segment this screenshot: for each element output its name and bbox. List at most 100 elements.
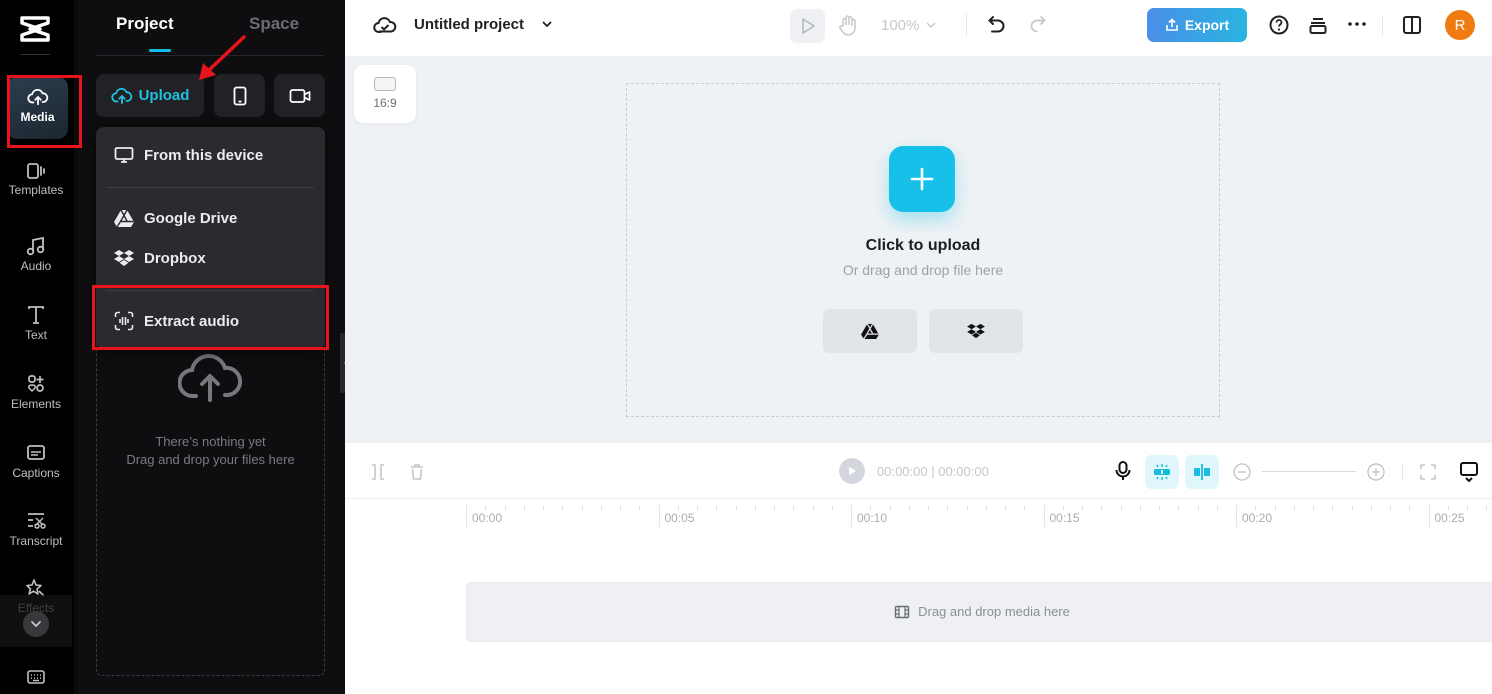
active-tab-indicator <box>149 49 171 52</box>
ruler-minor-tick <box>697 505 698 510</box>
timeline-toolbar: 00:00:00 | 00:00:00 <box>345 443 1492 499</box>
click-to-upload-text: Click to upload <box>865 237 981 254</box>
timeline-ruler[interactable]: 00:00 00:05 00:10 00:15 00:20 00:25 <box>345 499 1492 539</box>
undo-icon[interactable] <box>987 14 1007 36</box>
ruler-minor-tick <box>1005 505 1006 510</box>
main-track-dropzone[interactable]: Drag and drop media here <box>466 582 1492 642</box>
split-layout-icon[interactable] <box>1402 15 1422 35</box>
chevron-down-icon[interactable] <box>541 19 553 29</box>
rail-item-elements[interactable]: Elements <box>0 374 72 411</box>
project-title[interactable]: Untitled project <box>414 16 524 33</box>
play-button[interactable] <box>839 458 865 484</box>
ruler-minor-tick <box>1332 505 1334 510</box>
more-icon[interactable] <box>1347 20 1367 28</box>
split-align-icon <box>1194 464 1210 480</box>
delete-icon[interactable] <box>409 463 425 481</box>
ruler-minor-tick <box>1351 505 1353 510</box>
ruler-label: 00:15 <box>1049 511 1080 525</box>
divider <box>1382 16 1383 36</box>
ruler-minor-tick <box>639 505 641 510</box>
extract-audio-icon <box>114 311 134 331</box>
chevron-down-icon <box>31 621 41 628</box>
magnet-snap-icon <box>1154 464 1170 480</box>
zoom-out-icon[interactable] <box>1232 462 1252 482</box>
microphone-icon[interactable] <box>1114 460 1132 482</box>
ruler-minor-tick <box>812 505 814 510</box>
timecode: 00:00:00 | 00:00:00 <box>877 464 989 479</box>
user-avatar[interactable]: R <box>1445 10 1475 40</box>
menu-item-from-device[interactable]: From this device <box>96 135 325 175</box>
preview-canvas: 16:9 Click to upload Or drag and drop fi… <box>345 56 1492 443</box>
cloud-upload-icon <box>110 87 132 104</box>
ruler-major-tick <box>1428 505 1430 527</box>
current-time: 00:00:00 <box>877 464 928 479</box>
ruler-minor-tick <box>985 505 987 510</box>
ruler-minor-tick <box>1447 505 1449 510</box>
ruler-minor-tick <box>1101 505 1103 510</box>
phone-icon <box>233 86 246 105</box>
ruler-minor-tick <box>485 505 487 510</box>
split-icon[interactable] <box>370 463 386 481</box>
menu-item-label: Dropbox <box>144 249 206 267</box>
add-media-button[interactable] <box>889 146 955 212</box>
zoom-in-icon[interactable] <box>1366 462 1386 482</box>
ruler-label: 00:25 <box>1434 511 1465 525</box>
select-tool-button[interactable] <box>790 9 825 43</box>
cloud-upload-icon <box>178 353 242 402</box>
keyboard-icon[interactable] <box>26 669 46 685</box>
tab-space[interactable]: Space <box>249 14 299 34</box>
rail-expand-button[interactable] <box>23 611 49 637</box>
rail-item-audio[interactable]: Audio <box>0 236 72 273</box>
ruler-minor-tick <box>754 505 756 510</box>
google-drive-button[interactable] <box>823 309 917 353</box>
rail-item-templates[interactable]: Templates <box>0 162 72 197</box>
menu-item-label: Google Drive <box>144 209 238 227</box>
rail-item-media[interactable]: Media <box>7 77 68 139</box>
redo-icon[interactable] <box>1027 14 1047 36</box>
linkage-toggle[interactable] <box>1185 455 1219 489</box>
export-label: Export <box>1184 17 1230 33</box>
dropbox-icon <box>114 250 134 266</box>
monitor-icon <box>114 147 134 163</box>
menu-item-dropbox[interactable]: Dropbox <box>96 238 325 278</box>
export-button[interactable]: Export <box>1147 8 1247 42</box>
ruler-minor-tick <box>677 505 679 510</box>
canvas-upload-area[interactable]: Click to upload Or drag and drop file he… <box>626 83 1220 417</box>
cloud-saved-icon[interactable] <box>373 14 397 36</box>
transcript-icon <box>28 513 46 529</box>
ruler-minor-tick <box>793 505 795 510</box>
ruler-label: 00:00 <box>472 511 503 525</box>
menu-item-google-drive[interactable]: Google Drive <box>96 198 325 238</box>
dropbox-button[interactable] <box>929 309 1023 353</box>
ruler-major-tick <box>1043 505 1045 527</box>
record-button[interactable] <box>274 74 325 117</box>
layers-icon[interactable] <box>1308 14 1328 36</box>
tab-project[interactable]: Project <box>116 14 174 34</box>
chevron-down-icon[interactable] <box>925 20 937 30</box>
auto-snap-toggle[interactable] <box>1145 455 1179 489</box>
ruler-minor-tick <box>1082 505 1083 510</box>
help-icon[interactable] <box>1268 14 1290 36</box>
cloud-upload-icon <box>26 88 48 106</box>
dropbox-icon <box>967 323 985 339</box>
ruler-minor-tick <box>1409 505 1411 510</box>
timeline-zoom-slider[interactable] <box>1262 471 1356 472</box>
ruler-minor-tick <box>908 505 910 510</box>
total-time: 00:00:00 <box>938 464 989 479</box>
fullscreen-icon[interactable] <box>1419 463 1437 481</box>
aspect-ratio-button[interactable]: 16:9 <box>354 65 416 123</box>
feedback-icon[interactable] <box>1459 461 1479 483</box>
ruler-minor-tick <box>581 505 583 510</box>
menu-item-label: Extract audio <box>144 312 240 330</box>
nav-rail: Media Templates Audio Text Elements Capt… <box>0 0 74 694</box>
ruler-major-tick <box>466 505 467 527</box>
menu-item-extract-audio[interactable]: Extract audio <box>96 301 325 341</box>
hand-tool-icon[interactable] <box>838 14 858 36</box>
rail-item-transcript[interactable]: Transcript <box>0 511 72 548</box>
upload-button[interactable]: Upload <box>96 74 204 117</box>
rail-item-captions[interactable]: Captions <box>0 443 72 480</box>
plus-icon <box>910 167 934 191</box>
zoom-level[interactable]: 100% <box>881 17 919 34</box>
rail-item-text[interactable]: Text <box>0 305 72 342</box>
elements-icon <box>28 375 44 393</box>
